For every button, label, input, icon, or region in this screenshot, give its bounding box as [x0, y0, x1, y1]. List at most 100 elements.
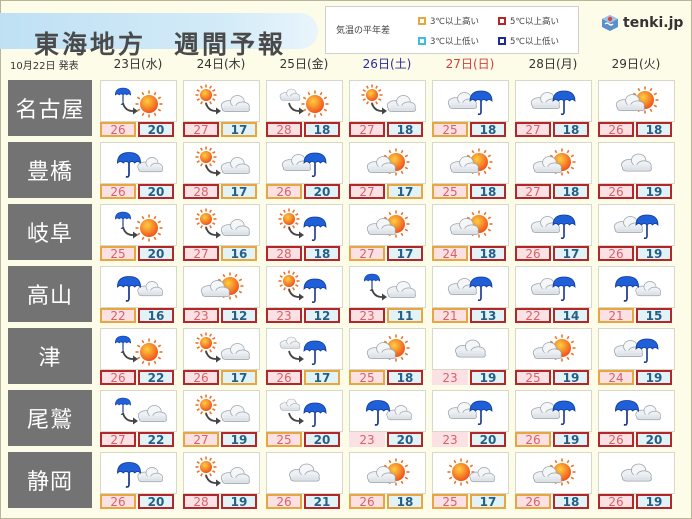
forecast-cell[interactable]: 24 19	[598, 328, 675, 386]
weather-icon	[530, 400, 576, 426]
sun-icon	[135, 90, 163, 118]
low-temp: 17	[221, 370, 257, 385]
weather-icon	[364, 273, 416, 301]
weather-icon-box	[598, 80, 675, 122]
forecast-cell[interactable]: 22 14	[515, 266, 592, 324]
forecast-cell[interactable]: 25 18	[432, 80, 509, 138]
forecast-cell[interactable]: 27 22	[100, 390, 177, 448]
forecast-cell[interactable]: 27 18	[349, 80, 426, 138]
forecast-cell[interactable]: 23 12	[266, 266, 343, 324]
weather-icon	[366, 400, 412, 426]
forecast-cell[interactable]: 24 18	[432, 204, 509, 262]
weather-icon	[195, 456, 250, 487]
weather-icon-box	[432, 266, 509, 308]
forecast-cell[interactable]: 26 17	[266, 328, 343, 386]
forecast-cell[interactable]: 26 19	[598, 452, 675, 510]
forecast-cell[interactable]: 25 19	[515, 328, 592, 386]
weather-icon-box	[349, 328, 426, 370]
forecast-cell[interactable]: 26 19	[598, 204, 675, 262]
city-label: 豊橋	[8, 142, 92, 198]
forecast-cell[interactable]: 23 11	[349, 266, 426, 324]
forecast-cell[interactable]: 27 17	[349, 142, 426, 200]
forecast-cell[interactable]: 26 17	[515, 204, 592, 262]
forecast-cell[interactable]: 22 16	[100, 266, 177, 324]
forecast-cell[interactable]: 26 22	[100, 328, 177, 386]
forecast-cell[interactable]: 27 19	[183, 390, 260, 448]
forecast-cell[interactable]: 23 20	[432, 390, 509, 448]
forecast-cell[interactable]: 27 16	[183, 204, 260, 262]
forecast-cell[interactable]: 27 18	[515, 142, 592, 200]
weather-icon	[195, 84, 250, 115]
forecast-cell[interactable]: 26 19	[515, 390, 592, 448]
forecast-cell[interactable]: 25 20	[266, 390, 343, 448]
weather-icon-box	[100, 204, 177, 246]
forecast-cell[interactable]: 21 13	[432, 266, 509, 324]
forecast-cell[interactable]: 26 20	[100, 80, 177, 138]
low-temp: 18	[553, 494, 589, 509]
forecast-cell[interactable]: 26 21	[266, 452, 343, 510]
forecast-cell[interactable]: 27 17	[349, 204, 426, 262]
forecast-cell[interactable]: 23 12	[183, 266, 260, 324]
high-temp: 25	[432, 122, 468, 137]
high-temp: 21	[598, 308, 634, 323]
high-temp: 25	[266, 432, 302, 447]
weather-icon-box	[598, 328, 675, 370]
forecast-cell[interactable]: 25 17	[432, 452, 509, 510]
sun-icon	[278, 270, 300, 292]
forecast-cell[interactable]: 26 17	[183, 328, 260, 386]
forecast-cell[interactable]: 26 20	[598, 390, 675, 448]
weather-icon-box	[432, 328, 509, 370]
forecast-cell[interactable]: 28 18	[266, 204, 343, 262]
sun-icon	[195, 456, 217, 478]
city-label: 岐阜	[8, 204, 92, 260]
weather-icon-box	[432, 204, 509, 246]
forecast-cell[interactable]: 25 18	[432, 142, 509, 200]
forecast-cell[interactable]: 21 15	[598, 266, 675, 324]
cloud-icon	[220, 405, 250, 423]
forecast-cell[interactable]: 26 18	[349, 452, 426, 510]
weather-icon-box	[100, 328, 177, 370]
forecast-cell[interactable]: 28 17	[183, 142, 260, 200]
weather-icon-box	[515, 142, 592, 184]
forecast-cell[interactable]: 28 18	[266, 80, 343, 138]
forecast-cell[interactable]: 26 20	[100, 452, 177, 510]
forecast-cell[interactable]: 25 20	[100, 204, 177, 262]
weather-icon	[289, 463, 320, 482]
weather-icon-box	[515, 328, 592, 370]
high-temp: 27	[349, 246, 385, 261]
forecast-cell[interactable]: 23 19	[432, 328, 509, 386]
weather-icon-box	[266, 452, 343, 494]
cloud-icon	[220, 219, 250, 237]
arrow-icon	[371, 102, 387, 115]
weather-icon	[615, 400, 661, 426]
tenki-logo[interactable]: tenki.jp	[601, 14, 683, 32]
low-temp: 19	[636, 184, 672, 199]
forecast-cell[interactable]: 26 18	[515, 452, 592, 510]
legend-swatch-low5	[498, 37, 506, 45]
low-temp: 13	[470, 308, 506, 323]
low-temp: 22	[138, 432, 174, 447]
forecast-cell[interactable]: 26 20	[266, 142, 343, 200]
forecast-cell[interactable]: 26 19	[598, 142, 675, 200]
forecast-cell[interactable]: 27 17	[183, 80, 260, 138]
weather-icon	[447, 458, 495, 486]
forecast-cell[interactable]: 23 20	[349, 390, 426, 448]
high-temp: 26	[598, 432, 634, 447]
forecast-cell[interactable]: 26 18	[598, 80, 675, 138]
low-temp: 18	[470, 122, 506, 137]
low-temp: 20	[304, 184, 340, 199]
umbrella-icon	[115, 335, 131, 353]
legend-swatch-low3	[418, 37, 426, 45]
forecast-cell[interactable]: 26 20	[100, 142, 177, 200]
umbrella-icon	[366, 400, 390, 426]
weather-icon-box	[183, 266, 260, 308]
forecast-cell[interactable]: 27 18	[515, 80, 592, 138]
forecast-cell[interactable]: 25 18	[349, 328, 426, 386]
forecast-cell[interactable]: 28 19	[183, 452, 260, 510]
weather-icon-box	[349, 142, 426, 184]
sun-icon	[361, 84, 383, 106]
weather-icon	[530, 214, 576, 240]
high-temp: 23	[349, 308, 385, 323]
weather-icon	[366, 334, 410, 362]
cloud-icon	[220, 95, 250, 113]
